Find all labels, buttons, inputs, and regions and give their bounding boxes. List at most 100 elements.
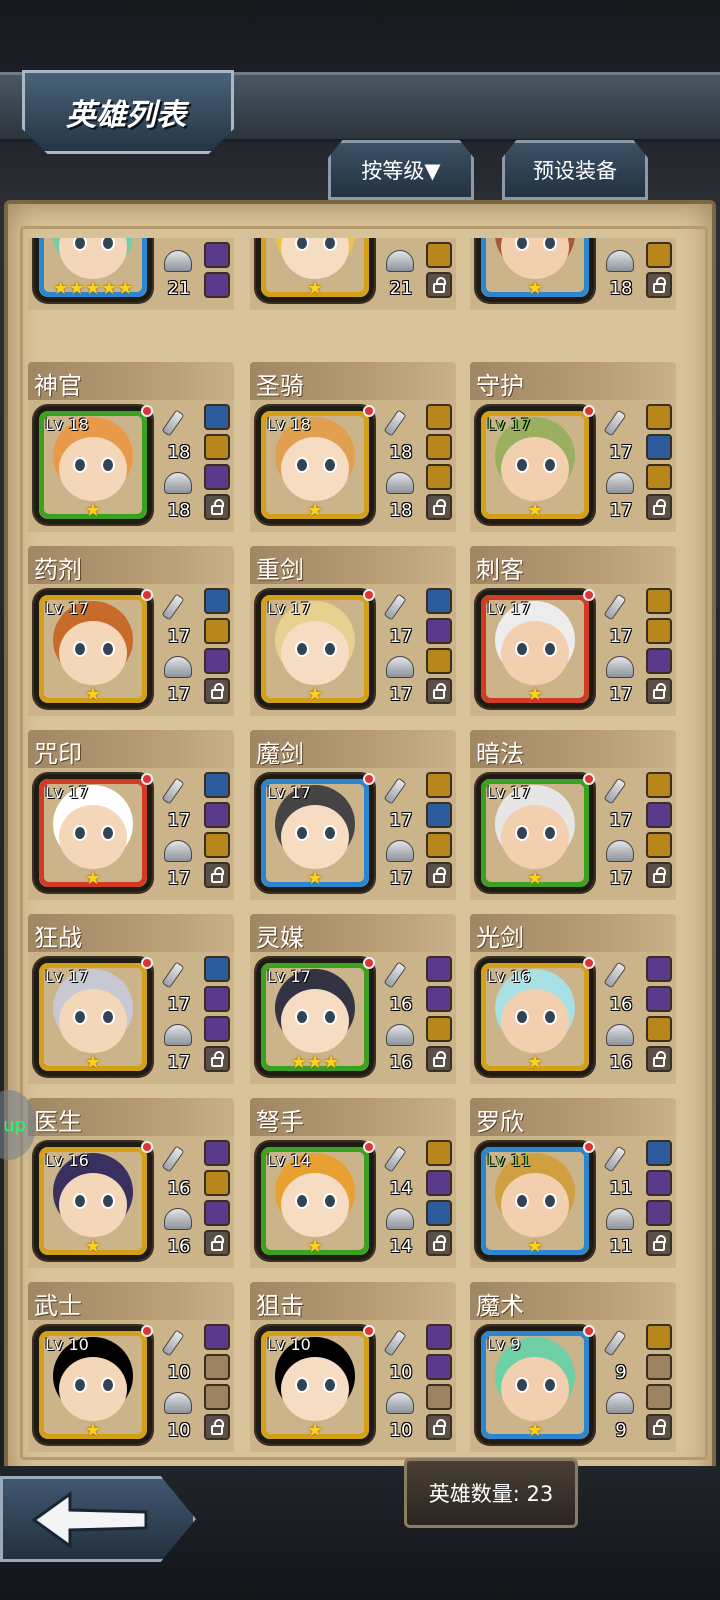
hero-portrait[interactable]: ★★★★★ (34, 238, 152, 302)
equipment-slot-item-icon[interactable] (204, 1140, 230, 1166)
equipment-slot-item-icon[interactable] (426, 1324, 452, 1350)
equipment-slot-item-icon[interactable] (426, 434, 452, 460)
hero-portrait[interactable]: Lv 16 ★ (34, 1141, 153, 1260)
hero-card[interactable]: ★ 18 18 (470, 238, 676, 350)
locked-slot-lock-icon[interactable] (646, 272, 672, 298)
equipment-slot-item-icon[interactable] (426, 956, 452, 982)
equipment-slot-item-icon[interactable] (204, 986, 230, 1012)
locked-slot-lock-icon[interactable] (426, 1046, 452, 1072)
equipment-slot-item-icon[interactable] (646, 434, 672, 460)
equipment-slot-item-icon[interactable] (646, 588, 672, 614)
equipment-slot-item-icon[interactable] (426, 588, 452, 614)
locked-slot-lock-icon[interactable] (204, 1046, 230, 1072)
equipment-slot-item-icon[interactable] (204, 1016, 230, 1042)
locked-slot-lock-icon[interactable] (646, 1230, 672, 1256)
equipment-slot-item-icon[interactable] (204, 242, 230, 268)
locked-slot-lock-icon[interactable] (204, 1414, 230, 1440)
hero-portrait[interactable]: Lv 18 ★ (34, 405, 153, 524)
equipment-slot-item-icon[interactable] (204, 464, 230, 490)
hero-portrait[interactable]: Lv 17 ★ (476, 405, 595, 524)
equipment-slot-item-icon[interactable] (426, 1016, 452, 1042)
hero-card[interactable]: 弩手 Lv 14 ★ 14 14 (250, 1098, 456, 1270)
locked-slot-lock-icon[interactable] (426, 678, 452, 704)
equipment-slot-item-icon[interactable] (204, 404, 230, 430)
empty-equipment-slot[interactable] (204, 1384, 230, 1410)
equipment-slot-item-icon[interactable] (646, 1200, 672, 1226)
equipment-slot-item-icon[interactable] (426, 648, 452, 674)
hero-card[interactable]: 灵媒 Lv 17 ★★★ 16 16 (250, 914, 456, 1086)
hero-card[interactable]: 狂战 Lv 17 ★ 17 17 (28, 914, 234, 1086)
equipment-slot-item-icon[interactable] (646, 772, 672, 798)
preset-equipment-button[interactable]: 预设装备 (502, 140, 648, 200)
equipment-slot-item-icon[interactable] (646, 618, 672, 644)
equipment-slot-item-icon[interactable] (426, 1354, 452, 1380)
empty-equipment-slot[interactable] (426, 1384, 452, 1410)
hero-card[interactable]: 光剑 Lv 16 ★ 16 16 (470, 914, 676, 1086)
locked-slot-lock-icon[interactable] (426, 1230, 452, 1256)
hero-card[interactable]: 咒印 Lv 17 ★ 17 17 (28, 730, 234, 902)
empty-equipment-slot[interactable] (646, 1384, 672, 1410)
hero-card[interactable]: 重剑 Lv 17 ★ 17 17 (250, 546, 456, 718)
equipment-slot-item-icon[interactable] (646, 802, 672, 828)
equipment-slot-item-icon[interactable] (426, 1200, 452, 1226)
hero-portrait[interactable]: Lv 17 ★ (256, 589, 375, 708)
equipment-slot-item-icon[interactable] (646, 832, 672, 858)
hero-card[interactable]: 守护 Lv 17 ★ 17 17 (470, 362, 676, 534)
equipment-slot-item-icon[interactable] (426, 772, 452, 798)
equipment-slot-item-icon[interactable] (204, 434, 230, 460)
hero-card[interactable]: 武士 Lv 10 ★ 10 10 (28, 1282, 234, 1452)
equipment-slot-item-icon[interactable] (646, 404, 672, 430)
hero-portrait[interactable]: Lv 16 ★ (476, 957, 595, 1076)
hero-card[interactable]: 罗欣 Lv 11 ★ 11 11 (470, 1098, 676, 1270)
locked-slot-lock-icon[interactable] (204, 862, 230, 888)
locked-slot-lock-icon[interactable] (204, 678, 230, 704)
equipment-slot-item-icon[interactable] (204, 832, 230, 858)
hero-portrait[interactable]: Lv 10 ★ (34, 1325, 153, 1444)
equipment-slot-item-icon[interactable] (204, 802, 230, 828)
hero-card[interactable]: 魔剑 Lv 17 ★ 17 17 (250, 730, 456, 902)
hero-portrait[interactable]: Lv 11 ★ (476, 1141, 595, 1260)
equipment-slot-item-icon[interactable] (646, 986, 672, 1012)
hero-card[interactable]: 神官 Lv 18 ★ 18 18 (28, 362, 234, 534)
locked-slot-lock-icon[interactable] (426, 494, 452, 520)
equipment-slot-item-icon[interactable] (426, 404, 452, 430)
equipment-slot-item-icon[interactable] (646, 1016, 672, 1042)
hero-card[interactable]: 狙击 Lv 10 ★ 10 10 (250, 1282, 456, 1452)
equipment-slot-item-icon[interactable] (646, 1324, 672, 1350)
hero-card[interactable]: 刺客 Lv 17 ★ 17 17 (470, 546, 676, 718)
equipment-slot-item-icon[interactable] (646, 648, 672, 674)
hero-portrait[interactable]: Lv 17 ★ (34, 773, 153, 892)
equipment-slot-item-icon[interactable] (204, 618, 230, 644)
equipment-slot-item-icon[interactable] (646, 464, 672, 490)
equipment-slot-item-icon[interactable] (426, 986, 452, 1012)
locked-slot-lock-icon[interactable] (426, 272, 452, 298)
hero-portrait[interactable]: ★ (256, 238, 374, 302)
hero-portrait[interactable]: ★ (476, 238, 594, 302)
hero-portrait[interactable]: Lv 17 ★ (256, 773, 375, 892)
hero-portrait[interactable]: Lv 17 ★ (476, 773, 595, 892)
equipment-slot-item-icon[interactable] (426, 802, 452, 828)
locked-slot-lock-icon[interactable] (204, 1230, 230, 1256)
equipment-slot-item-icon[interactable] (204, 772, 230, 798)
equipment-slot-item-icon[interactable] (426, 464, 452, 490)
hero-card[interactable]: 暗法 Lv 17 ★ 17 17 (470, 730, 676, 902)
hero-portrait[interactable]: Lv 14 ★ (256, 1141, 375, 1260)
equipment-slot-item-icon[interactable] (204, 1200, 230, 1226)
hero-portrait[interactable]: Lv 17 ★ (34, 957, 153, 1076)
equipment-slot-item-icon[interactable] (646, 242, 672, 268)
locked-slot-lock-icon[interactable] (646, 1414, 672, 1440)
hero-card[interactable]: 药剂 Lv 17 ★ 17 17 (28, 546, 234, 718)
hero-portrait[interactable]: Lv 17 ★ (34, 589, 153, 708)
equipment-slot-item-icon[interactable] (204, 588, 230, 614)
hero-portrait[interactable]: Lv 17 ★★★ (256, 957, 375, 1076)
hero-card[interactable]: ★ 21 21 (250, 238, 456, 350)
equipment-slot-item-icon[interactable] (204, 1324, 230, 1350)
locked-slot-lock-icon[interactable] (646, 1046, 672, 1072)
equipment-slot-item-icon[interactable] (204, 648, 230, 674)
equipment-slot-item-icon[interactable] (426, 618, 452, 644)
equipment-slot-item-icon[interactable] (426, 242, 452, 268)
hero-card[interactable]: ★★★★★ 21 21 (28, 238, 234, 350)
equipment-slot-item-icon[interactable] (426, 832, 452, 858)
hero-portrait[interactable]: Lv 17 ★ (476, 589, 595, 708)
locked-slot-lock-icon[interactable] (646, 494, 672, 520)
